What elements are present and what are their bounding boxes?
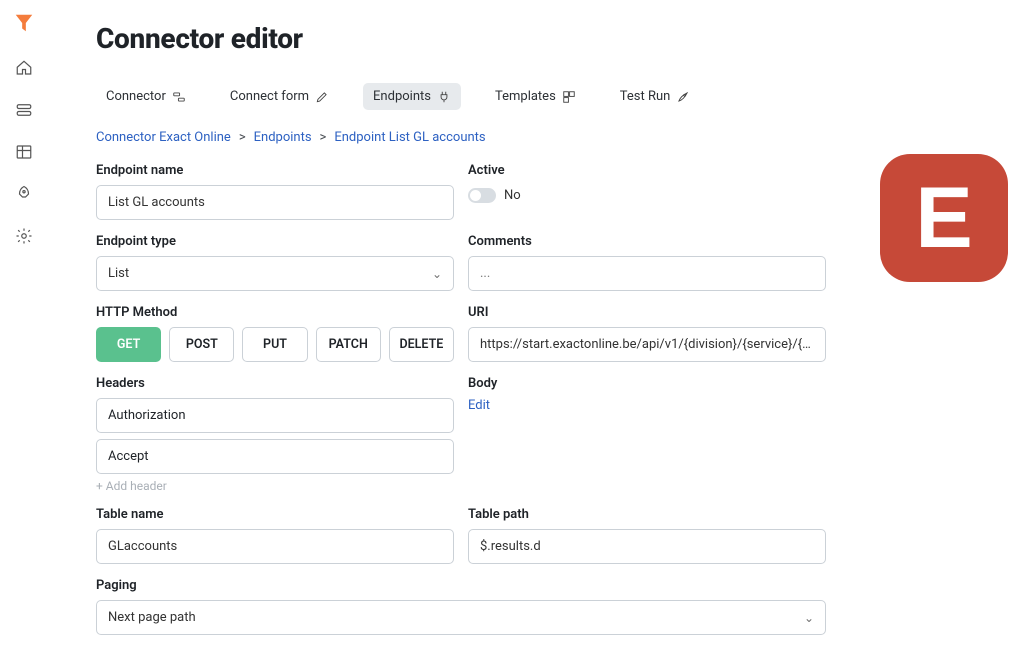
- app-logo: [13, 12, 35, 38]
- header-item-authorization[interactable]: Authorization: [96, 398, 454, 433]
- chevron-down-icon: ⌄: [804, 611, 814, 625]
- label-table-path: Table path: [468, 507, 826, 522]
- tab-connect-form[interactable]: Connect form: [220, 83, 339, 110]
- tab-label: Connector: [106, 89, 166, 104]
- connector-icon: [172, 90, 186, 104]
- label-endpoint-type: Endpoint type: [96, 234, 454, 249]
- label-endpoint-name: Endpoint name: [96, 163, 454, 178]
- field-table-path: Table path: [468, 507, 826, 564]
- tab-label: Endpoints: [373, 89, 431, 104]
- rocket-icon: [676, 90, 690, 104]
- input-endpoint-name[interactable]: [96, 185, 454, 220]
- input-table-name[interactable]: [96, 529, 454, 564]
- label-headers: Headers: [96, 376, 454, 391]
- select-value: Next page path: [108, 610, 196, 625]
- toggle-active-label: No: [504, 188, 521, 203]
- sidebar-item-home[interactable]: [12, 56, 36, 80]
- breadcrumb: Connector Exact Online > Endpoints > End…: [96, 130, 988, 145]
- breadcrumb-link-connector[interactable]: Connector Exact Online: [96, 130, 231, 145]
- sidebar-item-deploy[interactable]: [12, 182, 36, 206]
- brand-letter: E: [915, 175, 972, 261]
- breadcrumb-separator: >: [320, 130, 327, 145]
- method-post[interactable]: POST: [169, 327, 234, 362]
- input-comments[interactable]: [468, 256, 826, 291]
- label-comments: Comments: [468, 234, 826, 249]
- body-edit-link[interactable]: Edit: [468, 398, 826, 413]
- toggle-active[interactable]: [468, 188, 496, 203]
- page-title: Connector editor: [96, 22, 988, 55]
- tab-label: Connect form: [230, 89, 309, 104]
- field-paging: Paging Next page path ⌄: [96, 578, 826, 635]
- input-uri[interactable]: [468, 327, 826, 362]
- label-table-name: Table name: [96, 507, 454, 522]
- endpoint-form: Endpoint name Active No Endpoint type Li…: [96, 163, 988, 635]
- label-http-method: HTTP Method: [96, 305, 454, 320]
- method-patch[interactable]: PATCH: [316, 327, 381, 362]
- field-headers: Headers Authorization Accept + Add heade…: [96, 376, 454, 493]
- sidebar-item-settings[interactable]: [12, 224, 36, 248]
- label-uri: URI: [468, 305, 826, 320]
- breadcrumb-link-endpoints[interactable]: Endpoints: [254, 130, 312, 145]
- field-body: Body Edit: [468, 376, 826, 413]
- tab-templates[interactable]: Templates: [485, 83, 586, 110]
- field-active: Active No: [468, 163, 826, 203]
- tab-test-run[interactable]: Test Run: [610, 83, 701, 110]
- field-http-method: HTTP Method GET POST PUT PATCH DELETE: [96, 305, 454, 362]
- chevron-down-icon: ⌄: [432, 267, 442, 281]
- method-get[interactable]: GET: [96, 327, 161, 362]
- method-put[interactable]: PUT: [242, 327, 307, 362]
- tab-endpoints[interactable]: Endpoints: [363, 83, 461, 110]
- field-uri: URI: [468, 305, 826, 362]
- tab-bar: Connector Connect form Endpoints Templat…: [96, 83, 988, 110]
- main-content: Connector editor Connector Connect form …: [48, 0, 1024, 655]
- sidebar-item-tables[interactable]: [12, 140, 36, 164]
- label-paging: Paging: [96, 578, 826, 593]
- brand-tile: E: [880, 154, 1008, 282]
- sidebar-item-connectors[interactable]: [12, 98, 36, 122]
- select-paging[interactable]: Next page path ⌄: [96, 600, 826, 635]
- templates-icon: [562, 90, 576, 104]
- select-endpoint-type[interactable]: List ⌄: [96, 256, 454, 291]
- field-endpoint-name: Endpoint name: [96, 163, 454, 220]
- tab-connector[interactable]: Connector: [96, 83, 196, 110]
- pencil-icon: [315, 90, 329, 104]
- field-comments: Comments: [468, 234, 826, 291]
- field-endpoint-type: Endpoint type List ⌄: [96, 234, 454, 291]
- field-table-name: Table name: [96, 507, 454, 564]
- select-value: List: [108, 266, 129, 281]
- input-table-path[interactable]: [468, 529, 826, 564]
- plug-icon: [437, 90, 451, 104]
- label-active: Active: [468, 163, 826, 178]
- add-header-button[interactable]: + Add header: [96, 479, 454, 493]
- tab-label: Templates: [495, 89, 556, 104]
- left-sidebar: [0, 0, 48, 655]
- label-body: Body: [468, 376, 826, 391]
- tab-label: Test Run: [620, 89, 671, 104]
- breadcrumb-separator: >: [239, 130, 246, 145]
- header-item-accept[interactable]: Accept: [96, 439, 454, 474]
- method-delete[interactable]: DELETE: [389, 327, 454, 362]
- breadcrumb-link-current[interactable]: Endpoint List GL accounts: [334, 130, 485, 145]
